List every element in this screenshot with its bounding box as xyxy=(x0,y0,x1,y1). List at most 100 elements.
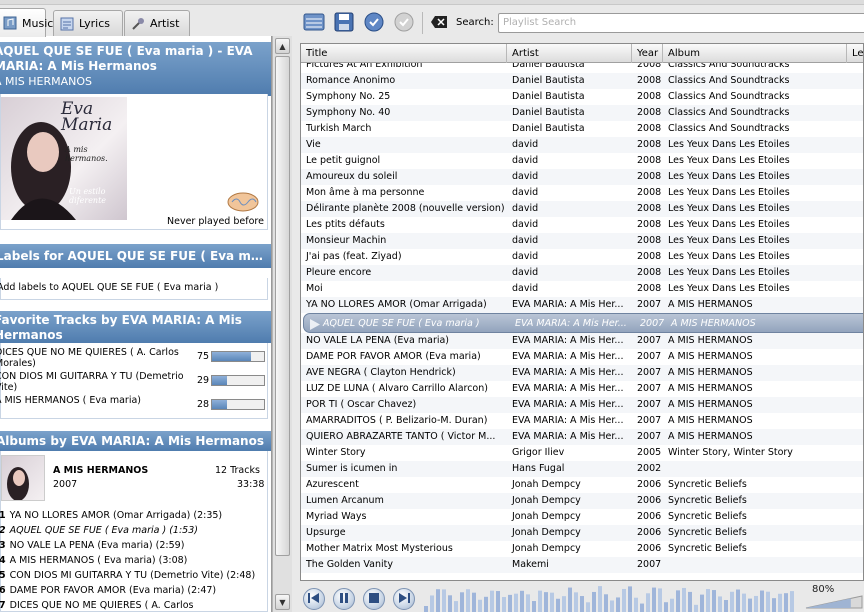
tab-music[interactable]: Music xyxy=(0,8,53,37)
album-name[interactable]: A MIS HERMANOS xyxy=(53,465,148,476)
playlist-row[interactable]: DAME POR FAVOR AMOR (Eva maria) EVA MARIA… xyxy=(301,349,863,365)
playlist-row[interactable]: Pictures At An Exhibition Daniel Bautista… xyxy=(301,63,863,73)
row-album: Les Yeux Dans Les Etoiles xyxy=(668,283,790,294)
row-album: A MIS HERMANOS xyxy=(668,351,753,362)
row-album xyxy=(663,461,847,477)
analyzer-bar xyxy=(694,604,698,612)
redo-button[interactable] xyxy=(392,12,416,34)
playlist-row[interactable]: Les ptits défauts david 2008 Les Yeux Dans … xyxy=(301,217,863,233)
analyzer-bar xyxy=(466,589,470,612)
playlist-row[interactable]: The Golden Vanity Makemi 2007 xyxy=(301,557,863,573)
music-icon xyxy=(3,16,17,30)
row-year: 2007 xyxy=(637,299,662,310)
analyzer-bar xyxy=(586,602,590,612)
playlist-row[interactable]: J'ai pas (feat. Ziyad) david 2008 Les Yeux … xyxy=(301,249,863,265)
playlist-row[interactable]: Amoureux du soleil david 2008 Les Yeux Dans… xyxy=(301,169,863,185)
tab-lyrics[interactable]: Lyrics xyxy=(53,10,123,36)
row-artist: Hans Fugal xyxy=(512,463,565,474)
playlist-row[interactable]: QUIERO ABRAZARTE TANTO ( Victor M... EVA … xyxy=(301,429,863,445)
search-input[interactable]: Playlist Search xyxy=(498,13,864,33)
playlist-row[interactable]: Myriad Ways Jonah Dempcy 2006 Syncretic Bel… xyxy=(301,509,863,525)
undo-button[interactable] xyxy=(362,12,386,34)
row-artist: EVA MARIA: A Mis Her... xyxy=(512,431,624,442)
previous-button[interactable] xyxy=(303,588,325,610)
playlist-row[interactable]: Le petit guignol david 2008 Les Yeux Dans L… xyxy=(301,153,863,169)
row-year: 2008 xyxy=(637,251,662,262)
favorite-track-name[interactable]: CON DIOS MI GUITARRA Y TU (Demetrio Vite… xyxy=(0,371,191,395)
album-track-item[interactable]: 6DAME POR FAVOR AMOR (Eva maria) (2:47) xyxy=(0,584,267,598)
playlist-row[interactable]: Turkish March Daniel Bautista 2008 Classics… xyxy=(301,121,863,137)
column-artist[interactable]: Artist xyxy=(507,44,632,63)
playlist-row-playing[interactable]: AQUEL QUE SE FUE ( Eva maria ) EVA MARIA:… xyxy=(303,313,863,333)
album-track-item[interactable]: 2AQUEL QUE SE FUE ( Eva maria ) (1:53) xyxy=(0,524,267,538)
favorite-track-name[interactable]: DICES QUE NO ME QUIERES ( A. Carlos Mora… xyxy=(0,347,191,371)
row-title: Pictures At An Exhibition xyxy=(306,63,423,70)
current-track-album: A MIS HERMANOS xyxy=(0,75,92,88)
album-thumb[interactable] xyxy=(1,455,45,501)
playlist-row[interactable]: Upsurge Jonah Dempcy 2006 Syncretic Beliefs xyxy=(301,525,863,541)
row-year: 2008 xyxy=(637,63,662,70)
next-icon xyxy=(398,592,410,606)
stop-button[interactable] xyxy=(363,588,385,610)
tab-artist[interactable]: Artist xyxy=(124,10,190,36)
row-artist: Grigor Iliev xyxy=(512,447,565,458)
scroll-up-button[interactable]: ▲ xyxy=(275,38,290,54)
playlist-row[interactable]: Délirante planète 2008 (nouvelle version… xyxy=(301,201,863,217)
next-button[interactable] xyxy=(393,588,415,610)
row-title: Symphony No. 25 xyxy=(306,91,391,102)
playlist[interactable]: Title Artist Year Album Le Pictures At A… xyxy=(300,43,864,581)
favorites-title: Favorite Tracks by EVA MARIA: A Mis Herm… xyxy=(0,313,242,342)
playlist-rows: Pictures At An Exhibition Daniel Bautista… xyxy=(301,63,863,580)
pause-button[interactable] xyxy=(333,588,355,610)
playlist-row[interactable]: Moi david 2008 Les Yeux Dans Les Etoiles xyxy=(301,281,863,297)
album-track-item[interactable]: 1YA NO LLORES AMOR (Omar Arrigada) (2:35… xyxy=(0,509,267,523)
playlist-row[interactable]: LUZ DE LUNA ( Alvaro Carrillo Alarcon) EV… xyxy=(301,381,863,397)
column-album[interactable]: Album xyxy=(663,44,847,63)
playlist-row[interactable]: YA NO LLORES AMOR (Omar Arrigada) EVA MAR… xyxy=(301,297,863,313)
album-track-item[interactable]: 3NO VALE LA PENA (Eva maria) (2:59) xyxy=(0,539,267,553)
playlist-layout-button[interactable] xyxy=(302,12,326,34)
playlist-row[interactable]: Sumer is icumen in Hans Fugal 2002 xyxy=(301,461,863,477)
row-year: 2006 xyxy=(637,543,662,554)
row-title: Vie xyxy=(306,139,321,150)
previous-icon xyxy=(308,592,320,606)
playlist-row[interactable]: Pleure encore david 2008 Les Yeux Dans Les … xyxy=(301,265,863,281)
clear-search-icon[interactable] xyxy=(430,15,448,32)
playlist-row[interactable]: AMARRADITOS ( P. Belizario-M. Duran) EVA … xyxy=(301,413,863,429)
favorite-score-bar xyxy=(211,375,265,386)
row-artist: Daniel Bautista xyxy=(512,91,585,102)
favorite-score-bar xyxy=(211,351,265,362)
row-album: A MIS HERMANOS xyxy=(668,299,753,310)
column-title[interactable]: Title xyxy=(301,44,507,63)
playlist-row[interactable]: Romance Anonimo Daniel Bautista 2008 Classi… xyxy=(301,73,863,89)
playlist-row[interactable]: Monsieur Machin david 2008 Les Yeux Dans Le… xyxy=(301,233,863,249)
playlist-row[interactable]: Lumen Arcanum Jonah Dempcy 2006 Syncretic B… xyxy=(301,493,863,509)
playlist-row[interactable]: NO VALE LA PENA (Eva maria) EVA MARIA: A … xyxy=(301,333,863,349)
row-year: 2006 xyxy=(637,511,662,522)
playlist-row[interactable]: Azurescent Jonah Dempcy 2006 Syncretic Beli… xyxy=(301,477,863,493)
column-length[interactable]: Le xyxy=(847,44,863,63)
album-track-item[interactable]: 7DICES QUE NO ME QUIERES ( A. Carlos xyxy=(0,599,267,612)
playlist-row[interactable]: Mon âme à ma personne david 2008 Les Yeux D… xyxy=(301,185,863,201)
scroll-thumb[interactable] xyxy=(275,56,290,556)
scroll-down-button[interactable]: ▼ xyxy=(275,594,290,610)
playlist-row[interactable]: Vie david 2008 Les Yeux Dans Les Etoiles xyxy=(301,137,863,153)
volume-slider[interactable] xyxy=(804,594,864,610)
context-scrollbar[interactable]: ▲ ▼ xyxy=(272,36,292,612)
playlist-row[interactable]: POR TI ( Oscar Chavez) EVA MARIA: A Mis H… xyxy=(301,397,863,413)
playlist-row[interactable]: AVE NEGRA ( Clayton Hendrick) EVA MARIA: … xyxy=(301,365,863,381)
favorite-track-score: 29 xyxy=(197,375,210,386)
playlist-row[interactable]: Winter Story Grigor Iliev 2005 Winter Story… xyxy=(301,445,863,461)
add-labels-text[interactable]: Add labels to AQUEL QUE SE FUE ( Eva mar… xyxy=(0,282,265,293)
playlist-row[interactable]: Symphony No. 40 Daniel Bautista 2008 Classi… xyxy=(301,105,863,121)
favorite-track-name[interactable]: A MIS HERMANOS ( Eva maria) xyxy=(0,395,191,419)
playlist-row[interactable]: Mother Matrix Most Mysterious Jonah Dempc… xyxy=(301,541,863,557)
save-playlist-button[interactable] xyxy=(332,12,356,34)
playlist-row[interactable]: Symphony No. 25 Daniel Bautista 2008 Classi… xyxy=(301,89,863,105)
analyzer-bar xyxy=(754,595,758,612)
album-track-item[interactable]: 5CON DIOS MI GUITARRA Y TU (Demetrio Vit… xyxy=(0,569,267,583)
row-album: Les Yeux Dans Les Etoiles xyxy=(668,187,790,198)
album-track-item[interactable]: 4A MIS HERMANOS ( Eva maria) (3:08) xyxy=(0,554,267,568)
column-year[interactable]: Year xyxy=(632,44,663,63)
analyzer-bar xyxy=(610,600,614,612)
